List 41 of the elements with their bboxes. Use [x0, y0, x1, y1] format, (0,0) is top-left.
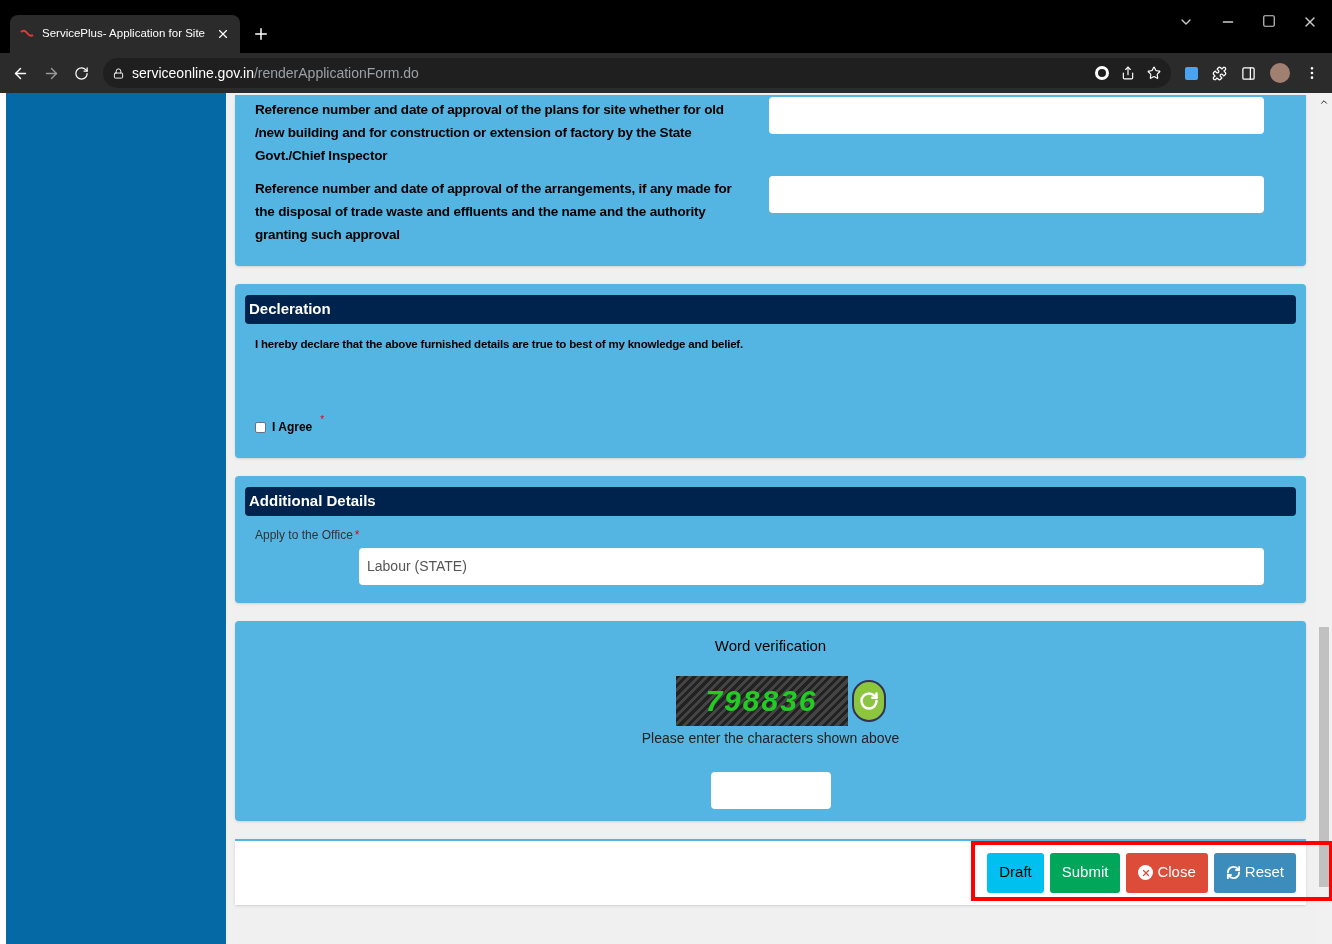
side-panel-icon[interactable] [1241, 65, 1256, 81]
agree-label: I Agree [272, 419, 313, 436]
field-label: Reference number and date of approval of the plans for site whether for old /new building and for construction or extension of factory by the State Govt./Chief Inspector [255, 101, 725, 165]
section-header: Additional Details [245, 487, 1296, 516]
field-label: Reference number and date of approval of the arrangements, if any made for the disposal of trade waste and effluents and the name and the authority granting such approval [255, 180, 733, 244]
close-button[interactable]: Close [1126, 852, 1208, 893]
office-field[interactable]: Labour (STATE) [359, 548, 1264, 585]
text-field[interactable] [769, 97, 1264, 134]
extension-icon[interactable] [1185, 66, 1198, 80]
bookmark-icon[interactable] [1147, 66, 1161, 80]
browser-tab[interactable]: ServicePlus- Application for Site [10, 15, 240, 53]
refresh-icon [1225, 865, 1241, 880]
captcha-image: 798836 [675, 675, 848, 726]
captcha-hint: Please enter the characters shown above [641, 728, 900, 748]
declaration-text: I hereby declare that the above furnished details are true to best of my knowledge and belief. [255, 337, 744, 352]
reload-icon[interactable] [74, 65, 89, 81]
agree-checkbox[interactable] [255, 421, 266, 433]
required-mark: * [320, 413, 325, 427]
scrollbar-thumb[interactable] [1318, 627, 1329, 887]
refresh-icon[interactable] [851, 679, 886, 722]
lock-icon [113, 67, 124, 79]
extensions-icon[interactable] [1212, 65, 1227, 81]
captcha-field[interactable] [710, 771, 831, 809]
close-icon[interactable] [216, 27, 230, 41]
draft-button[interactable]: Draft [987, 852, 1044, 893]
maximize-icon[interactable] [1262, 14, 1276, 28]
reset-button[interactable]: Reset [1213, 852, 1296, 893]
url-field[interactable]: serviceonline.gov.in/renderApplicationForm.do [103, 58, 1171, 88]
tab-title: ServicePlus- Application for Site [42, 26, 206, 42]
new-tab-icon[interactable] [252, 25, 270, 43]
required-mark: * [354, 527, 360, 544]
section-header: Decleration [245, 295, 1296, 324]
site-logo-icon [20, 29, 34, 39]
profile-avatar[interactable] [1270, 63, 1290, 83]
text-field[interactable] [769, 176, 1264, 213]
share-icon[interactable] [1121, 66, 1135, 80]
section-title: Word verification [714, 636, 827, 656]
field-label: Apply to the Office [255, 527, 353, 544]
scroll-up-icon[interactable] [1318, 97, 1329, 107]
url-text: serviceonline.gov.in/renderApplicationForm.do [132, 63, 419, 83]
close-icon [1138, 865, 1154, 880]
